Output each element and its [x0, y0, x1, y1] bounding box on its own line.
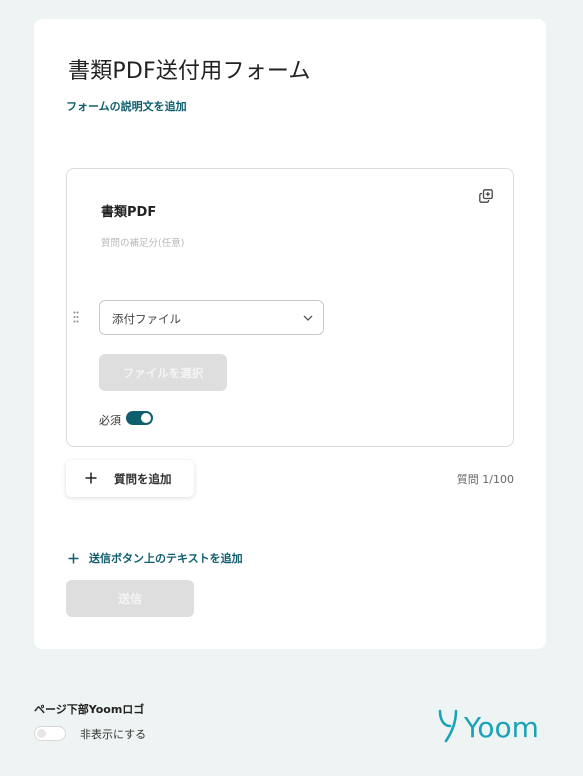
choose-file-button[interactable]: ファイルを選択 — [99, 354, 227, 391]
question-type-select[interactable]: 添付ファイル — [99, 300, 324, 335]
hide-logo-label: 非表示にする — [80, 728, 147, 741]
add-description-link[interactable]: フォームの説明文を追加 — [66, 98, 187, 114]
add-question-label: 質問を追加 — [114, 472, 172, 486]
yoom-logo: Yoom — [438, 709, 539, 744]
logo-text: Yoom — [463, 711, 539, 744]
add-submit-text-link[interactable]: 送信ボタン上のテキストを追加 — [68, 550, 243, 566]
copy-icon[interactable] — [479, 189, 493, 203]
form-title[interactable]: 書類PDF送付用フォーム — [68, 53, 311, 85]
hide-logo-toggle[interactable] — [34, 726, 66, 741]
required-label: 必須 — [99, 414, 121, 427]
footer-logo-setting-label: ページ下部Yoomロゴ — [34, 703, 145, 716]
question-title[interactable]: 書類PDF — [101, 201, 156, 220]
toggle-knob — [141, 413, 151, 423]
plus-icon — [68, 553, 79, 563]
form-card: 書類PDF送付用フォーム フォームの説明文を追加 書類PDF 質問の補足分(任意… — [34, 19, 546, 649]
drag-handle-icon[interactable] — [73, 311, 79, 323]
submit-button[interactable]: 送信 — [66, 580, 194, 617]
question-supplement-input[interactable]: 質問の補足分(任意) — [101, 235, 184, 249]
add-question-button[interactable]: 質問を追加 — [66, 460, 194, 497]
chevron-down-icon — [303, 315, 313, 321]
required-toggle[interactable] — [126, 411, 153, 425]
question-type-value: 添付ファイル — [112, 312, 181, 326]
question-count: 質問 1/100 — [456, 473, 514, 486]
toggle-knob — [37, 729, 46, 738]
plus-icon — [85, 472, 97, 484]
add-submit-text-label: 送信ボタン上のテキストを追加 — [89, 552, 243, 565]
question-card[interactable]: 書類PDF 質問の補足分(任意) 添付ファイル ファイルを選択 必須 — [66, 168, 514, 447]
